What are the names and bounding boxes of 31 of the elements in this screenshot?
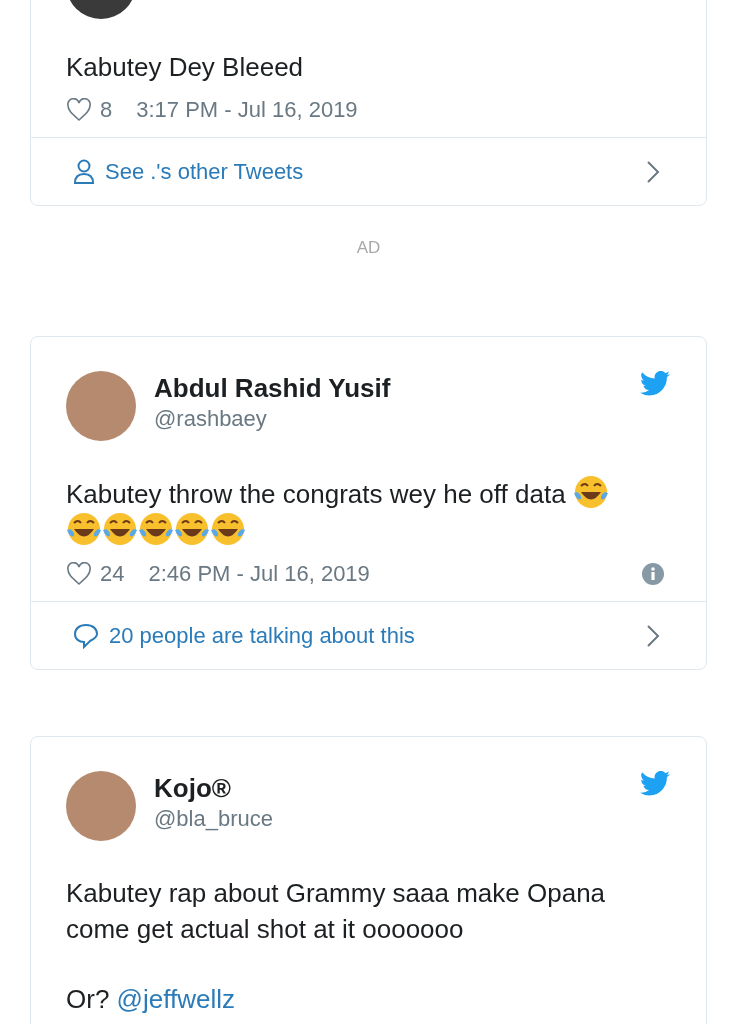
ad-label: AD <box>355 238 382 258</box>
laughing-tears-emoji-icon <box>102 512 138 546</box>
tweet-timestamp[interactable]: 2:46 PM - Jul 16, 2019 <box>148 561 370 586</box>
heart-icon[interactable] <box>66 562 92 586</box>
info-icon[interactable] <box>642 563 664 585</box>
like-count: 24 <box>100 561 125 587</box>
user-handle: @rashbaey <box>154 406 268 432</box>
display-name: Kojo® <box>154 773 232 804</box>
tweet-text: Or? @jeffwellz <box>66 983 236 1016</box>
bird-logo-icon[interactable] <box>640 371 670 396</box>
display-name: Abdul Rashid Yusif <box>154 373 392 404</box>
tweet-footer-link[interactable]: 20 people are talking about this <box>31 601 706 669</box>
laughing-tears-emoji-icon <box>174 512 210 546</box>
tweet-footer-link[interactable]: See .'s other Tweets <box>31 137 706 205</box>
tweet-text: Kabutey throw the congrats wey he off data <box>66 475 644 549</box>
chevron-right-icon <box>646 159 660 184</box>
speech-bubble-icon <box>73 622 99 649</box>
tweet-text: Kabutey Dey Bleeed <box>66 51 305 84</box>
person-icon <box>73 158 95 185</box>
laughing-tears-emoji-icon <box>210 512 246 546</box>
chevron-right-icon <box>646 623 660 648</box>
like-count: 8 <box>100 97 113 123</box>
laughing-tears-emoji-icon <box>138 512 174 546</box>
laughing-tears-emoji-icon <box>572 475 609 509</box>
mention-link[interactable]: @jeffwellz <box>116 984 235 1014</box>
heart-icon[interactable] <box>66 98 92 122</box>
user-handle: @bla_bruce <box>154 806 274 832</box>
laughing-tears-emoji-icon <box>66 512 102 546</box>
tweet-text: Kabutey rap about Grammy saaa make Opana come get actual shot at it ooooooo <box>66 877 607 946</box>
bird-logo-icon[interactable] <box>640 771 670 796</box>
tweet-timestamp[interactable]: 3:17 PM - Jul 16, 2019 <box>136 97 358 122</box>
